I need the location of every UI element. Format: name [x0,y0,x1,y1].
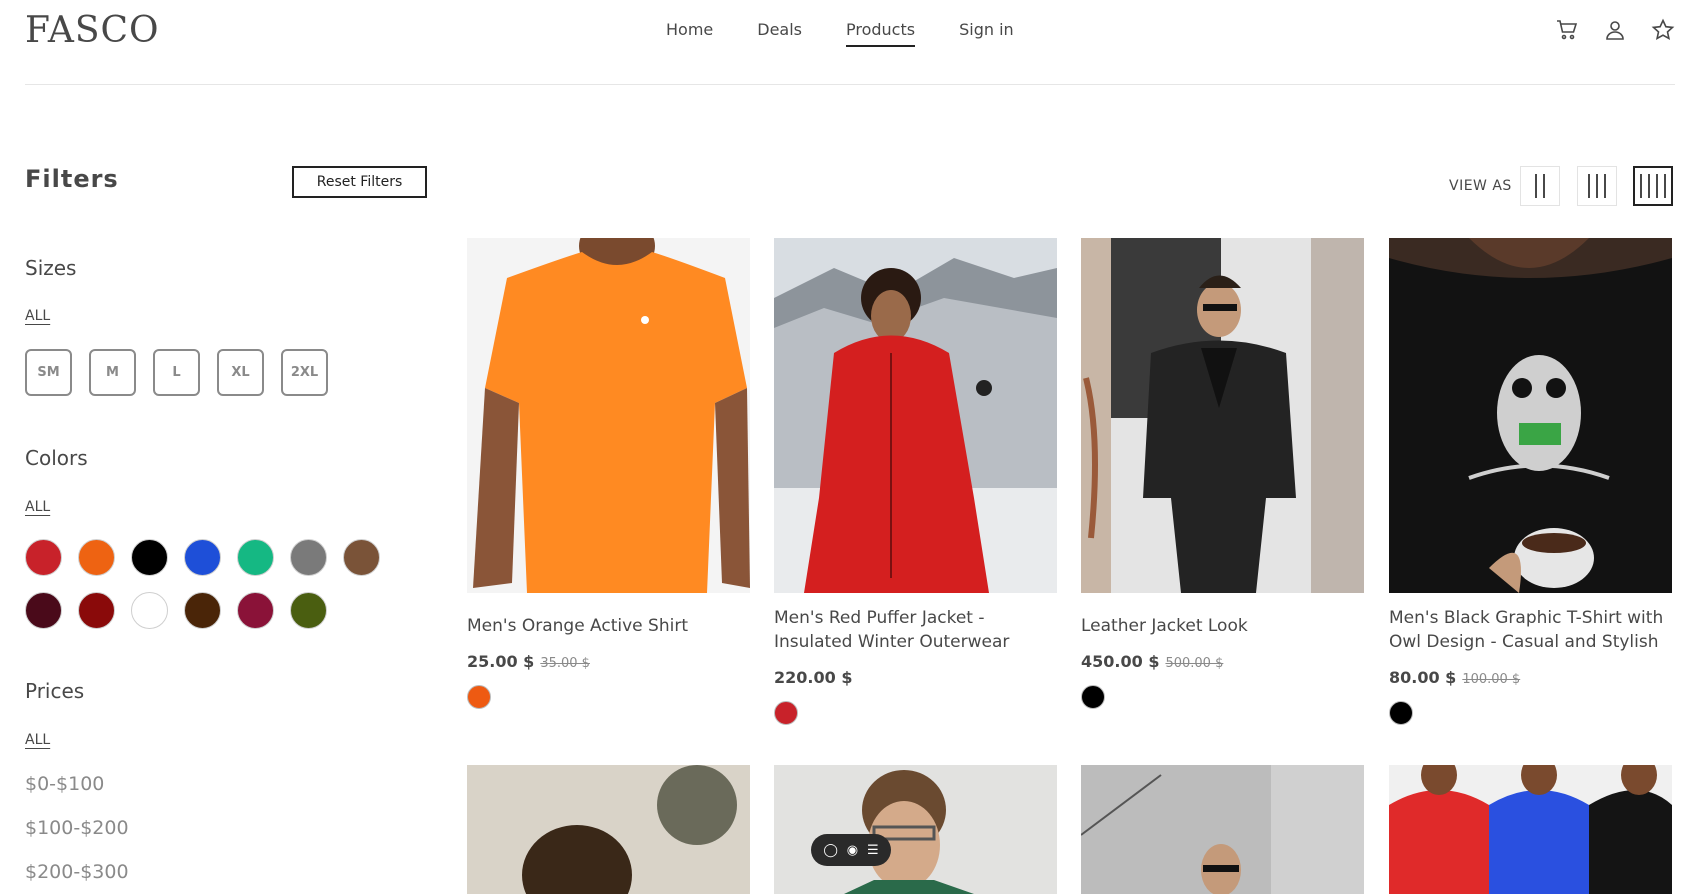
size-m[interactable]: M [89,349,136,396]
nav-home[interactable]: Home [666,20,713,47]
header-icons [1555,18,1675,42]
color-swatch[interactable] [131,539,168,576]
size-l[interactable]: L [153,349,200,396]
product-image-row2-1[interactable] [467,765,750,894]
cart-icon[interactable] [1555,18,1579,42]
nav-deals[interactable]: Deals [757,20,802,47]
user-icon[interactable] [1603,18,1627,42]
product-image-leather-jacket[interactable] [1081,238,1364,593]
current-price: 25.00 $ [467,652,535,671]
main-nav: Home Deals Products Sign in [666,20,1058,47]
prices-all-link[interactable]: ALL [25,732,50,748]
colors-all-link[interactable]: ALL [25,499,50,515]
comment-icon[interactable]: ◯ [823,843,838,858]
logo[interactable]: FASCO [25,10,160,51]
product-price: 220.00 $ [774,668,1057,687]
product-name[interactable]: Men's Black Graphic T-Shirt with Owl Des… [1389,606,1672,654]
old-price: 500.00 $ [1165,656,1224,671]
current-price: 80.00 $ [1389,668,1457,687]
product-card[interactable]: Men's Black Graphic T-Shirt with Owl Des… [1389,238,1672,725]
product-color-dot[interactable] [774,701,798,725]
color-swatch[interactable] [290,539,327,576]
color-swatch[interactable] [237,592,274,629]
prices-title: Prices [25,679,85,703]
color-swatch[interactable] [78,539,115,576]
product-image-red-puffer[interactable] [774,238,1057,593]
sizes-all-link[interactable]: ALL [25,308,50,324]
size-options: SM M L XL 2XL [25,349,328,396]
filters-title: Filters [25,165,119,193]
color-swatch[interactable] [343,539,380,576]
current-price: 220.00 $ [774,668,853,687]
old-price: 35.00 $ [540,656,590,671]
view-as-label: VIEW AS [1449,178,1512,194]
product-color-dot[interactable] [1389,701,1413,725]
old-price: 100.00 $ [1462,672,1521,687]
size-sm[interactable]: SM [25,349,72,396]
price-range-100-200[interactable]: $100-$200 [25,817,129,839]
current-price: 450.00 $ [1081,652,1160,671]
product-image-row2-3[interactable] [1081,765,1364,894]
color-swatch[interactable] [78,592,115,629]
product-price: 80.00 $ 100.00 $ [1389,668,1672,687]
price-range-200-300[interactable]: $200-$300 [25,861,129,883]
site-header: FASCO Home Deals Products Sign in [25,0,1675,85]
color-swatch[interactable] [131,592,168,629]
star-icon[interactable] [1651,18,1675,42]
color-swatch[interactable] [25,592,62,629]
price-range-0-100[interactable]: $0-$100 [25,773,104,795]
nav-products[interactable]: Products [846,20,916,47]
product-name[interactable]: Leather Jacket Look [1081,614,1364,638]
product-card[interactable]: Men's Red Puffer Jacket - Insulated Wint… [774,238,1057,725]
floating-toolbar: ◯ ◉ ☰ [811,834,891,866]
view-2-columns-button[interactable] [1520,166,1560,206]
product-color-dot[interactable] [467,685,491,709]
size-xl[interactable]: XL [217,349,264,396]
product-name[interactable]: Men's Orange Active Shirt [467,614,750,638]
eye-icon[interactable]: ◉ [847,843,858,858]
product-image-row2-4[interactable] [1389,765,1672,894]
product-name[interactable]: Men's Red Puffer Jacket - Insulated Wint… [774,606,1057,654]
color-swatch[interactable] [184,592,221,629]
color-swatch[interactable] [237,539,274,576]
product-card[interactable]: Men's Orange Active Shirt 25.00 $ 35.00 $ [467,238,750,709]
product-image-owl-tshirt[interactable] [1389,238,1672,593]
color-swatches [25,539,405,629]
product-color-dot[interactable] [1081,685,1105,709]
product-image-row2-2[interactable] [774,765,1057,894]
product-card[interactable]: Leather Jacket Look 450.00 $ 500.00 $ [1081,238,1364,709]
nav-sign-in[interactable]: Sign in [959,20,1014,47]
product-image-orange-shirt[interactable] [467,238,750,593]
product-price: 450.00 $ 500.00 $ [1081,652,1364,671]
color-swatch[interactable] [184,539,221,576]
menu-icon[interactable]: ☰ [867,843,879,858]
view-4-columns-button[interactable] [1633,166,1673,206]
view-3-columns-button[interactable] [1577,166,1617,206]
reset-filters-button[interactable]: Reset Filters [292,166,427,198]
colors-title: Colors [25,446,88,470]
color-swatch[interactable] [290,592,327,629]
sizes-title: Sizes [25,256,77,280]
size-2xl[interactable]: 2XL [281,349,328,396]
color-swatch[interactable] [25,539,62,576]
product-price: 25.00 $ 35.00 $ [467,652,750,671]
